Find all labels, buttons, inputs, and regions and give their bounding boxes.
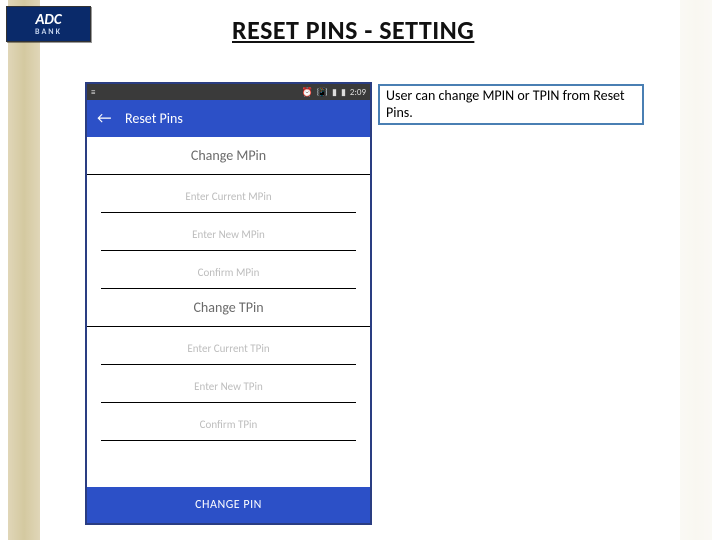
info-callout-text: User can change MPIN or TPIN from Reset … (386, 88, 636, 122)
new-tpin-placeholder: Enter New TPin (194, 380, 263, 393)
status-bar: ≡ ⏰ 📳 ▮ ▮ 2:09 (87, 84, 370, 100)
current-tpin-field[interactable]: Enter Current TPin (101, 333, 356, 365)
page-title: RESET PINS - SETTING (232, 14, 474, 46)
vibrate-icon: 📳 (317, 87, 328, 98)
new-mpin-field[interactable]: Enter New MPin (101, 219, 356, 251)
signal-icon: ▮ (332, 87, 337, 98)
status-left-icons: ≡ (91, 87, 95, 98)
change-pin-button-label: CHANGE PIN (195, 498, 262, 512)
decorative-stripe-right (680, 0, 712, 540)
decorative-stripe-left (8, 0, 40, 540)
confirm-mpin-field[interactable]: Confirm MPin (101, 257, 356, 289)
status-time: 2:09 (350, 87, 366, 98)
app-bar: ← Reset Pins (87, 100, 370, 137)
new-mpin-placeholder: Enter New MPin (192, 228, 265, 241)
bank-logo: ADC BANK (6, 6, 91, 42)
confirm-tpin-field[interactable]: Confirm TPin (101, 409, 356, 441)
current-mpin-placeholder: Enter Current MPin (185, 190, 271, 203)
change-pin-button[interactable]: CHANGE PIN (87, 487, 370, 523)
appbar-title: Reset Pins (125, 110, 183, 127)
back-icon[interactable]: ← (97, 111, 113, 127)
new-tpin-field[interactable]: Enter New TPin (101, 371, 356, 403)
logo-top: ADC (35, 13, 61, 28)
phone-screenshot: ≡ ⏰ 📳 ▮ ▮ 2:09 ← Reset Pins Change MPin … (85, 82, 372, 525)
alarm-icon: ⏰ (302, 87, 313, 98)
current-tpin-placeholder: Enter Current TPin (187, 342, 269, 355)
info-callout: User can change MPIN or TPIN from Reset … (378, 84, 644, 125)
menu-icon: ≡ (91, 87, 95, 98)
battery-icon: ▮ (341, 87, 346, 98)
section-header-mpin: Change MPin (87, 137, 370, 175)
confirm-mpin-placeholder: Confirm MPin (198, 266, 260, 279)
logo-bottom: BANK (35, 28, 62, 36)
section-header-tpin: Change TPin (87, 289, 370, 327)
confirm-tpin-placeholder: Confirm TPin (200, 418, 258, 431)
current-mpin-field[interactable]: Enter Current MPin (101, 181, 356, 213)
reset-pins-content: Change MPin Enter Current MPin Enter New… (87, 137, 370, 487)
